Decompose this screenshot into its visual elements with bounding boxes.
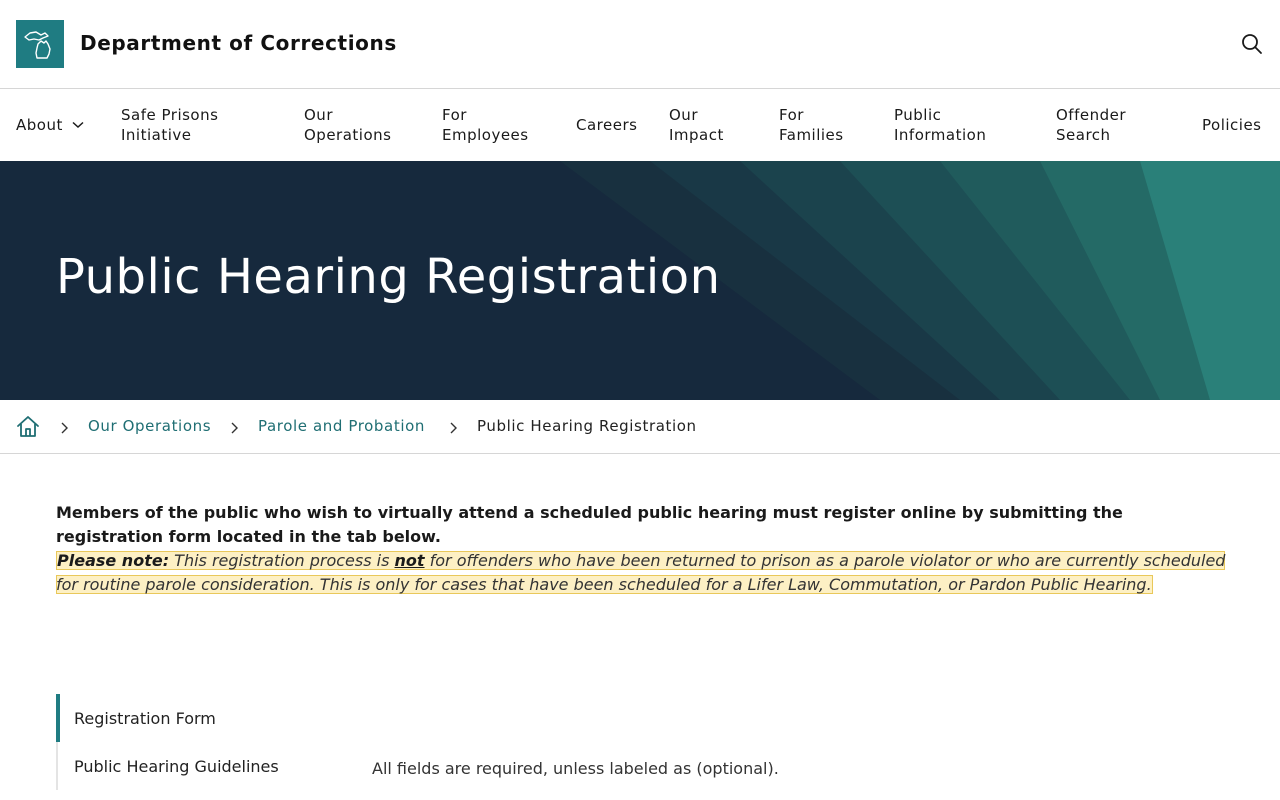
note-highlight: Please note: This registration process i… bbox=[56, 551, 1226, 594]
nav-item-label: About bbox=[16, 116, 63, 134]
note-text-before: This registration process is bbox=[169, 551, 395, 570]
home-icon[interactable] bbox=[16, 415, 40, 439]
chevron-right-icon bbox=[448, 420, 458, 434]
tab-public-hearing-guidelines[interactable]: Public Hearing Guidelines bbox=[56, 742, 336, 790]
chevron-right-icon bbox=[59, 420, 69, 434]
note-emphasis: not bbox=[394, 551, 425, 570]
search-icon[interactable] bbox=[1238, 30, 1266, 58]
nav-item-label: Careers bbox=[576, 116, 638, 134]
tab-registration-form[interactable]: Registration Form bbox=[56, 694, 336, 742]
nav-item-label: Public Information bbox=[894, 106, 987, 144]
chevron-down-icon bbox=[72, 121, 84, 129]
nav-item-our-operations[interactable]: Our Operations bbox=[304, 89, 391, 161]
nav-item-safe-prisons[interactable]: Safe Prisons Initiative bbox=[121, 89, 218, 161]
nav-item-our-impact[interactable]: Our Impact bbox=[669, 89, 724, 161]
nav-item-offender-search[interactable]: Offender Search bbox=[1056, 89, 1126, 161]
breadcrumb-link-parole-probation[interactable]: Parole and Probation bbox=[258, 417, 425, 435]
nav-item-for-families[interactable]: For Families bbox=[779, 89, 844, 161]
nav-item-about[interactable]: About bbox=[16, 89, 84, 161]
intro-text: Members of the public who wish to virtua… bbox=[56, 503, 1123, 546]
tab-label: Public Hearing Guidelines bbox=[74, 756, 279, 776]
main-nav: About Safe Prisons Initiative Our Operat… bbox=[0, 89, 1280, 161]
breadcrumb-link-our-operations[interactable]: Our Operations bbox=[88, 417, 211, 435]
breadcrumb-current: Public Hearing Registration bbox=[477, 417, 697, 435]
nav-item-label: For Families bbox=[779, 106, 844, 144]
site-title[interactable]: Department of Corrections bbox=[80, 31, 397, 55]
nav-item-label: Policies bbox=[1202, 116, 1262, 134]
nav-item-label: Safe Prisons Initiative bbox=[121, 106, 219, 144]
nav-item-policies[interactable]: Policies bbox=[1202, 89, 1261, 161]
nav-item-for-employees[interactable]: For Employees bbox=[442, 89, 529, 161]
nav-item-label: Offender Search bbox=[1056, 106, 1127, 144]
vertical-tabs: Registration Form Public Hearing Guideli… bbox=[56, 694, 336, 790]
chevron-right-icon bbox=[229, 420, 239, 434]
nav-item-label: For Employees bbox=[442, 106, 529, 144]
note-label: Please note: bbox=[57, 551, 170, 570]
michigan-map-icon[interactable] bbox=[16, 20, 64, 68]
breadcrumb: Our Operations Parole and Probation Publ… bbox=[0, 400, 1280, 454]
site-header: Department of Corrections bbox=[0, 0, 1280, 89]
tab-label: Registration Form bbox=[74, 708, 216, 728]
hero-banner: Public Hearing Registration bbox=[0, 161, 1280, 400]
nav-item-label: Our Impact bbox=[669, 106, 724, 144]
note-paragraph: Please note: This registration process i… bbox=[56, 549, 1226, 597]
nav-item-public-information[interactable]: Public Information bbox=[894, 89, 986, 161]
nav-item-label: Our Operations bbox=[304, 106, 392, 144]
nav-item-careers[interactable]: Careers bbox=[576, 89, 637, 161]
page-title: Public Hearing Registration bbox=[56, 249, 721, 305]
required-fields-note: All fields are required, unless labeled … bbox=[372, 759, 779, 778]
